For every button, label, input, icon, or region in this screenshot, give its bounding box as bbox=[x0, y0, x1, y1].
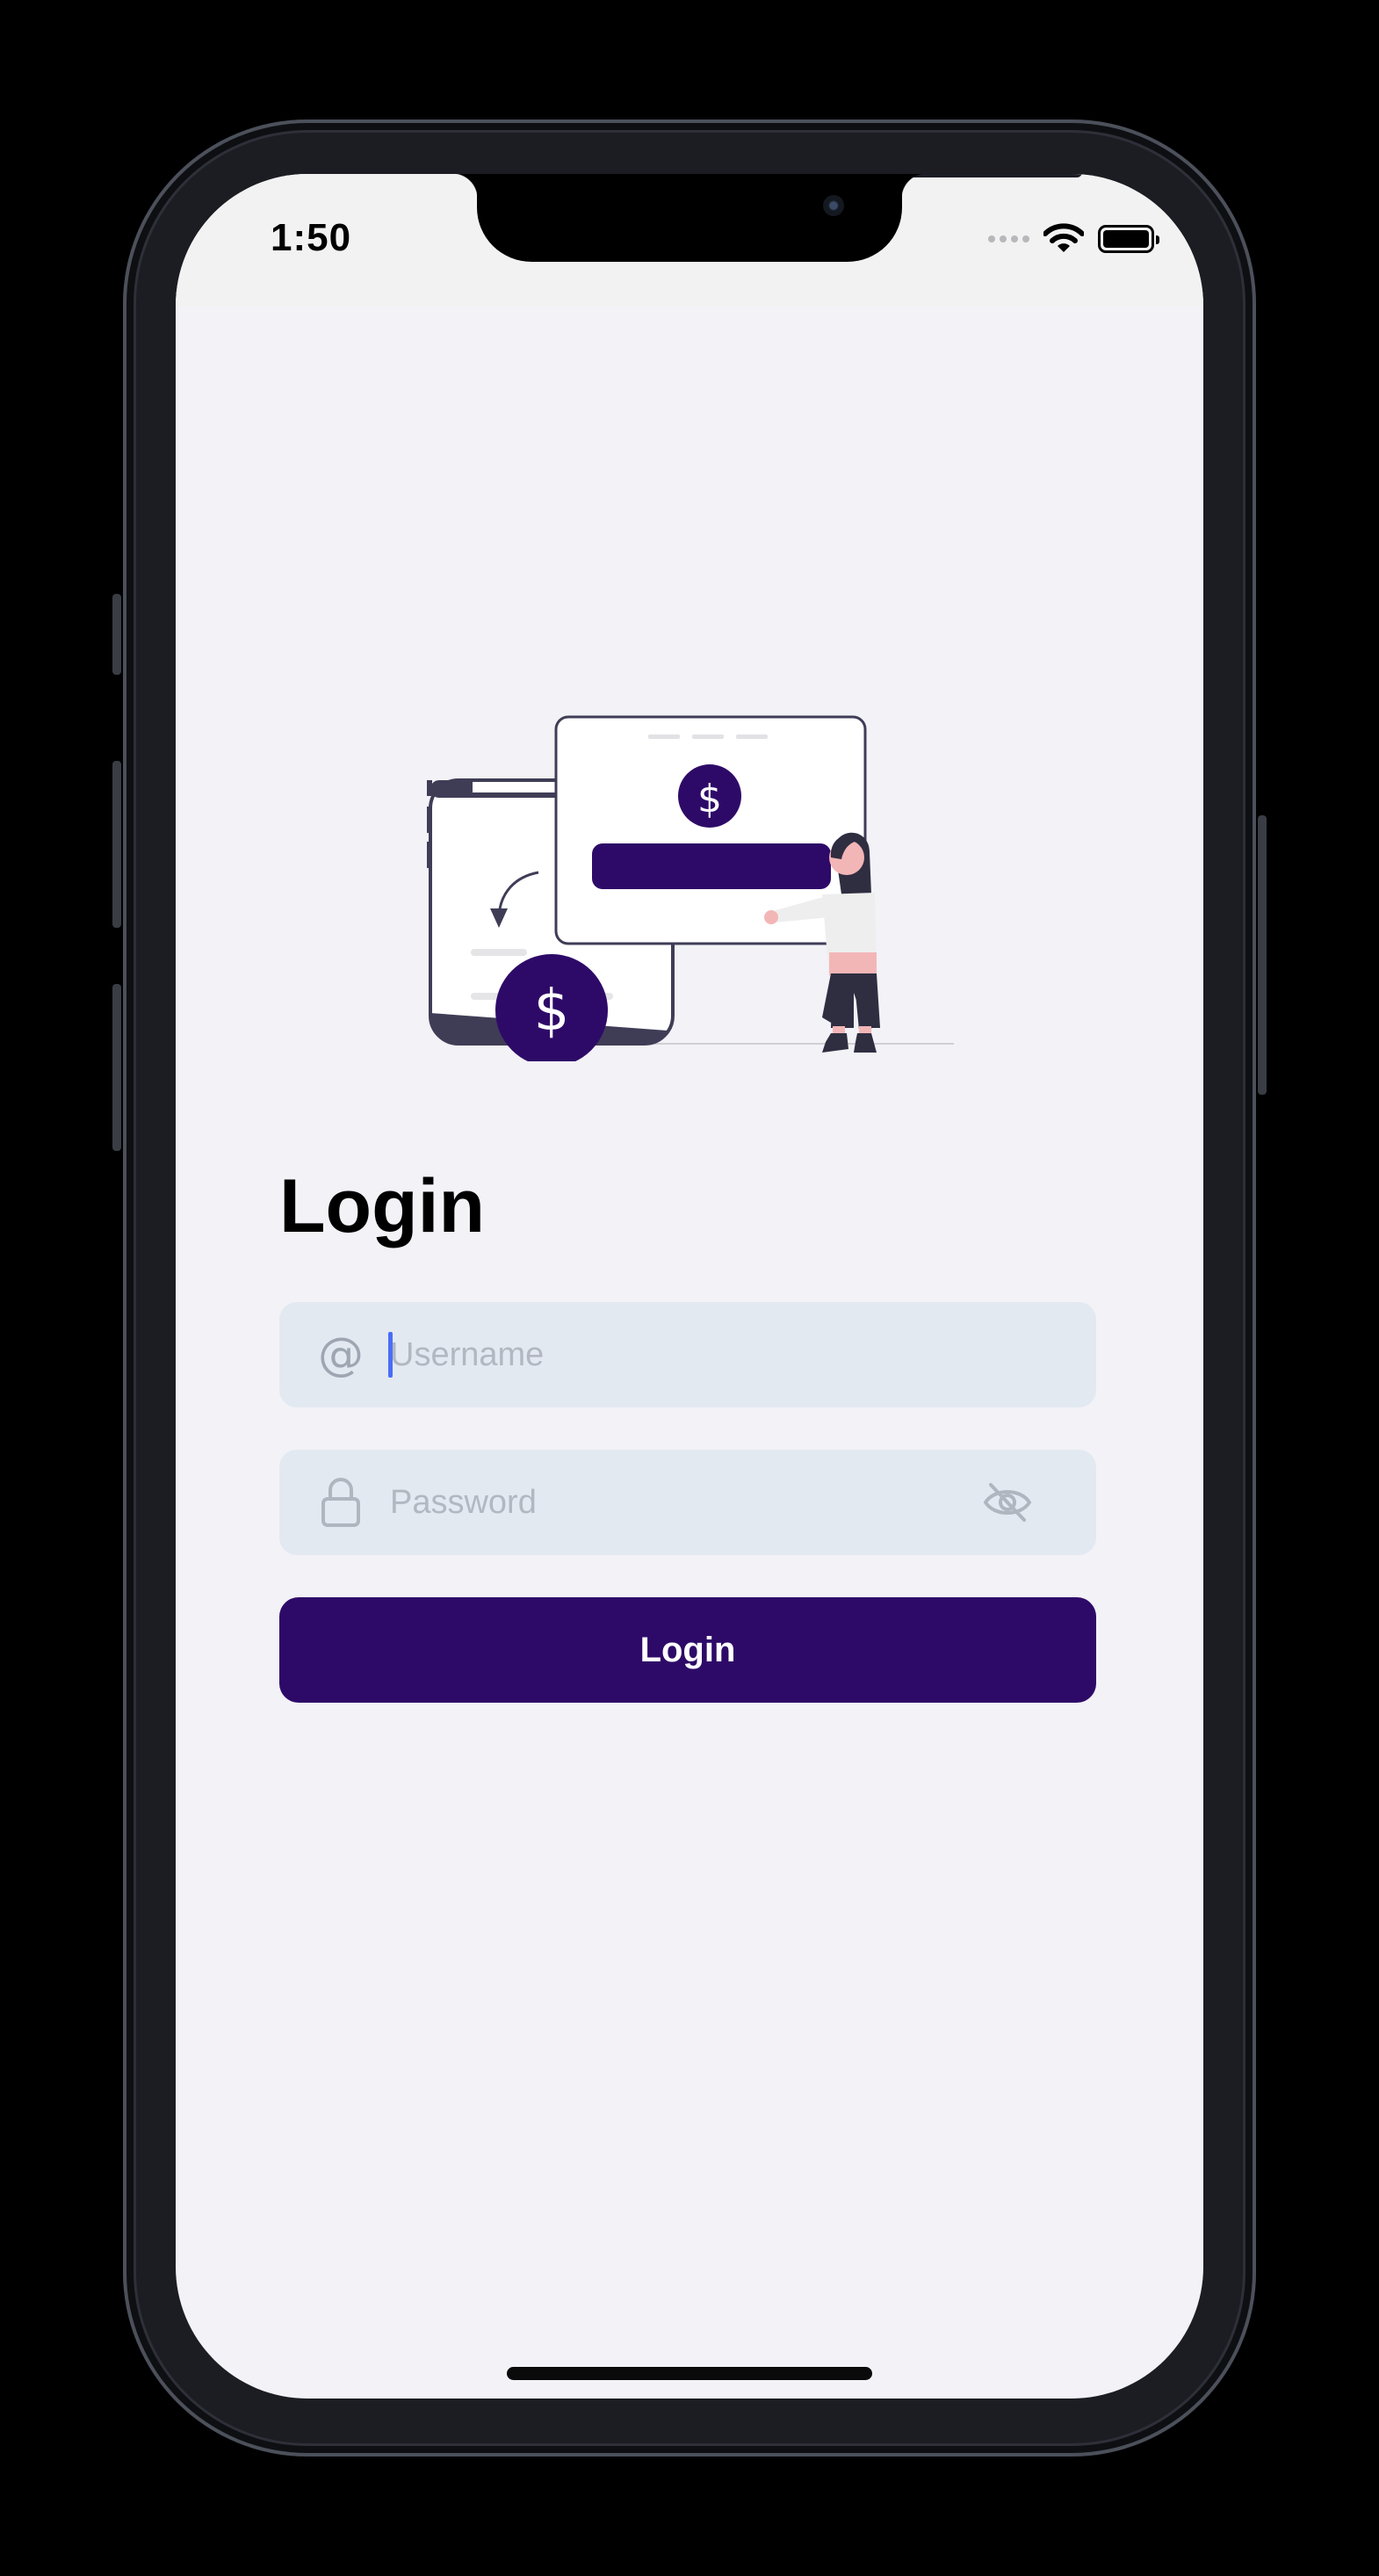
login-button[interactable]: Login bbox=[279, 1597, 1096, 1703]
username-field[interactable]: @ Username bbox=[279, 1302, 1096, 1407]
front-camera bbox=[823, 195, 844, 216]
volume-down-button bbox=[112, 984, 121, 1151]
illustration-card-dollar: $ bbox=[697, 777, 722, 821]
app-screen: 1:50 $ $ Login @ Username Password Login bbox=[176, 174, 1203, 2399]
notch bbox=[452, 174, 1082, 262]
payment-illustration: $ $ bbox=[427, 715, 954, 1061]
eye-off-icon[interactable] bbox=[982, 1481, 1033, 1523]
silent-switch bbox=[112, 594, 121, 675]
home-indicator bbox=[507, 2367, 872, 2380]
at-icon: @ bbox=[318, 1328, 364, 1381]
lock-icon bbox=[321, 1478, 360, 1527]
password-placeholder: Password bbox=[390, 1484, 537, 1521]
speaker-grille bbox=[901, 174, 1082, 177]
illustration-phone-dollar: $ bbox=[534, 979, 570, 1044]
power-button bbox=[1258, 815, 1267, 1095]
wifi-icon bbox=[1043, 223, 1084, 252]
volume-up-button bbox=[112, 761, 121, 928]
login-title: Login bbox=[279, 1164, 486, 1248]
password-field[interactable]: Password bbox=[279, 1450, 1096, 1555]
status-icons bbox=[988, 221, 1159, 257]
username-placeholder: Username bbox=[390, 1336, 545, 1373]
battery-icon bbox=[1098, 225, 1159, 253]
cellular-signal-icon bbox=[988, 235, 1029, 242]
status-time: 1:50 bbox=[271, 216, 352, 259]
